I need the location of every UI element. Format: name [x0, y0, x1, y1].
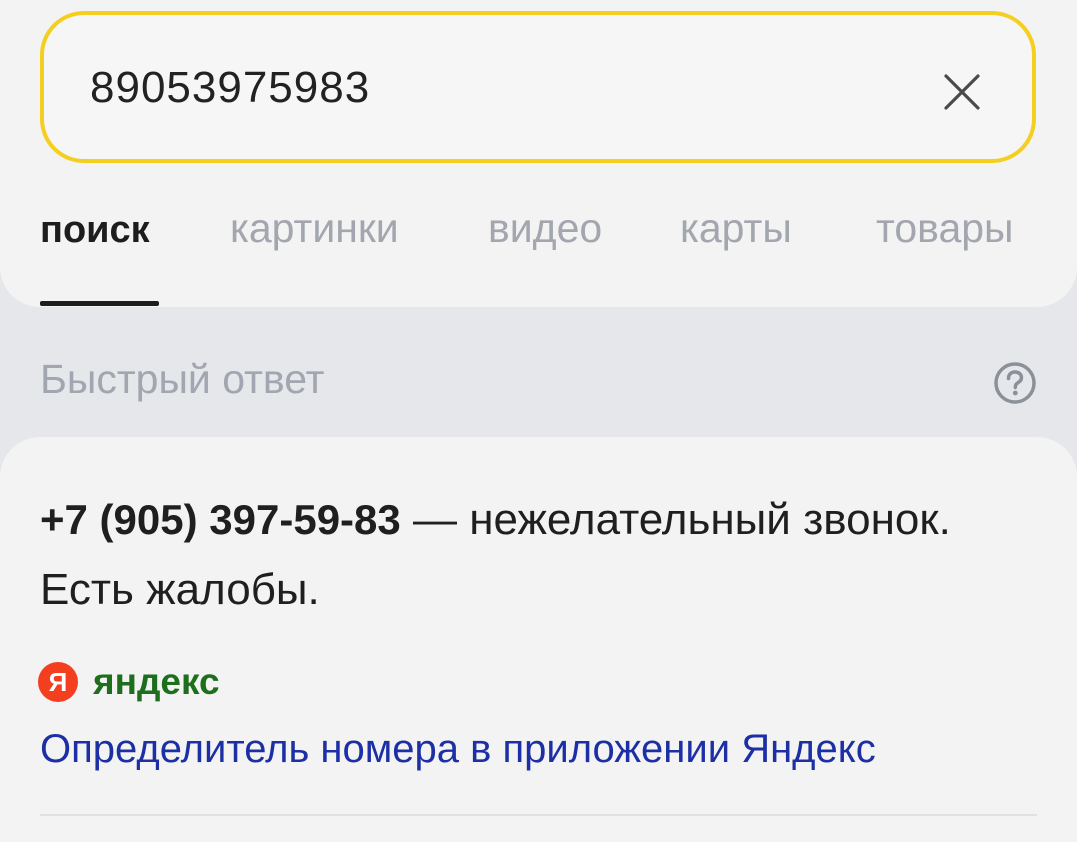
active-tab-indicator [40, 301, 159, 306]
quick-answer-header: Быстрый ответ [40, 356, 325, 402]
yandex-logo-icon: Я [38, 662, 78, 702]
divider [40, 814, 1037, 816]
clear-search-button[interactable] [937, 67, 987, 117]
answer-text: +7 (905) 397-59-83 — нежелательный звоно… [40, 485, 1030, 625]
search-input[interactable] [90, 53, 890, 123]
tab-search[interactable]: поиск [40, 209, 150, 252]
help-button[interactable] [993, 361, 1037, 405]
phone-number: +7 (905) 397-59-83 [40, 496, 401, 543]
source-row[interactable]: Я яндекс [38, 660, 220, 704]
question-circle-icon [994, 362, 1036, 404]
search-box [40, 11, 1036, 163]
search-tabs: поиск картинки видео карты товары [0, 205, 1077, 305]
caller-id-link[interactable]: Определитель номера в приложении Яндекс [40, 727, 876, 772]
search-header-panel: поиск картинки видео карты товары [0, 0, 1077, 307]
tab-maps[interactable]: карты [680, 205, 792, 252]
tab-images[interactable]: картинки [230, 205, 399, 252]
tab-video[interactable]: видео [488, 205, 602, 252]
close-icon [944, 74, 980, 110]
source-name[interactable]: яндекс [93, 661, 220, 703]
tab-products[interactable]: товары [876, 205, 1014, 252]
